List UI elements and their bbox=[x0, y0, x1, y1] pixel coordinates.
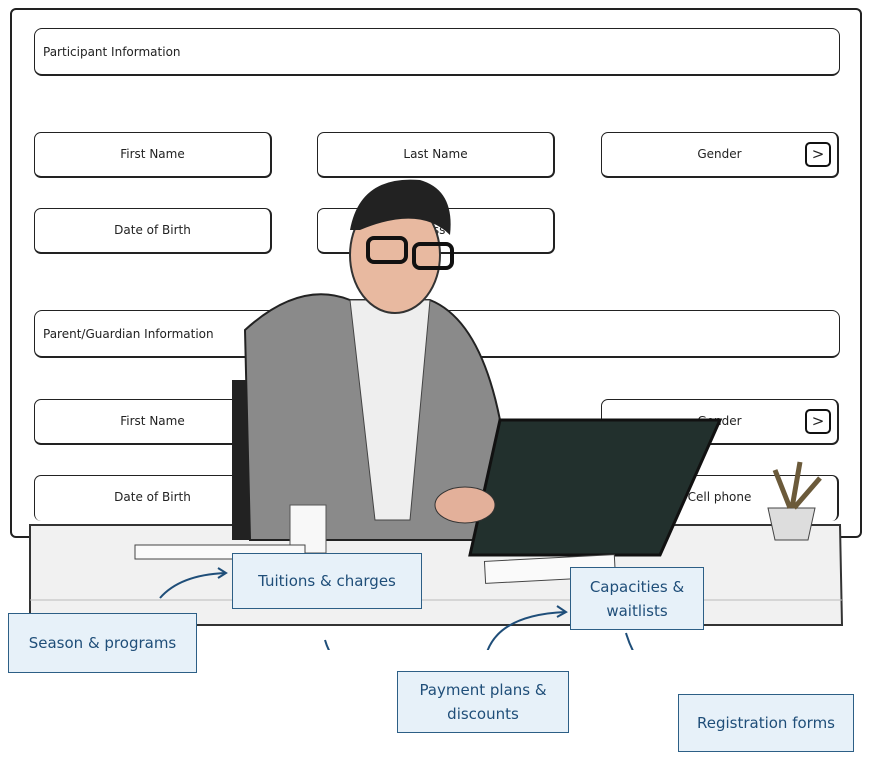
callout-registration-forms: Registration forms bbox=[678, 694, 854, 752]
man-at-desk-illustration bbox=[29, 179, 844, 650]
participant-section-header: Participant Information bbox=[34, 28, 840, 76]
callout-capacities-waitlists: Capacities & waitlists bbox=[570, 567, 704, 630]
callout-tuitions-charges: Tuitions & charges bbox=[232, 553, 422, 609]
hands bbox=[434, 486, 496, 524]
gender-label: Gender bbox=[697, 147, 742, 161]
plant bbox=[772, 461, 822, 510]
chevron-right-icon[interactable]: > bbox=[805, 142, 831, 167]
arrow-to-payment bbox=[324, 639, 331, 650]
arrow-capacities-to-registration bbox=[625, 632, 634, 650]
plant-pot bbox=[767, 507, 816, 541]
callout-season-programs: Season & programs bbox=[8, 613, 197, 673]
callout-payment-plans: Payment plans & discounts bbox=[397, 671, 569, 733]
